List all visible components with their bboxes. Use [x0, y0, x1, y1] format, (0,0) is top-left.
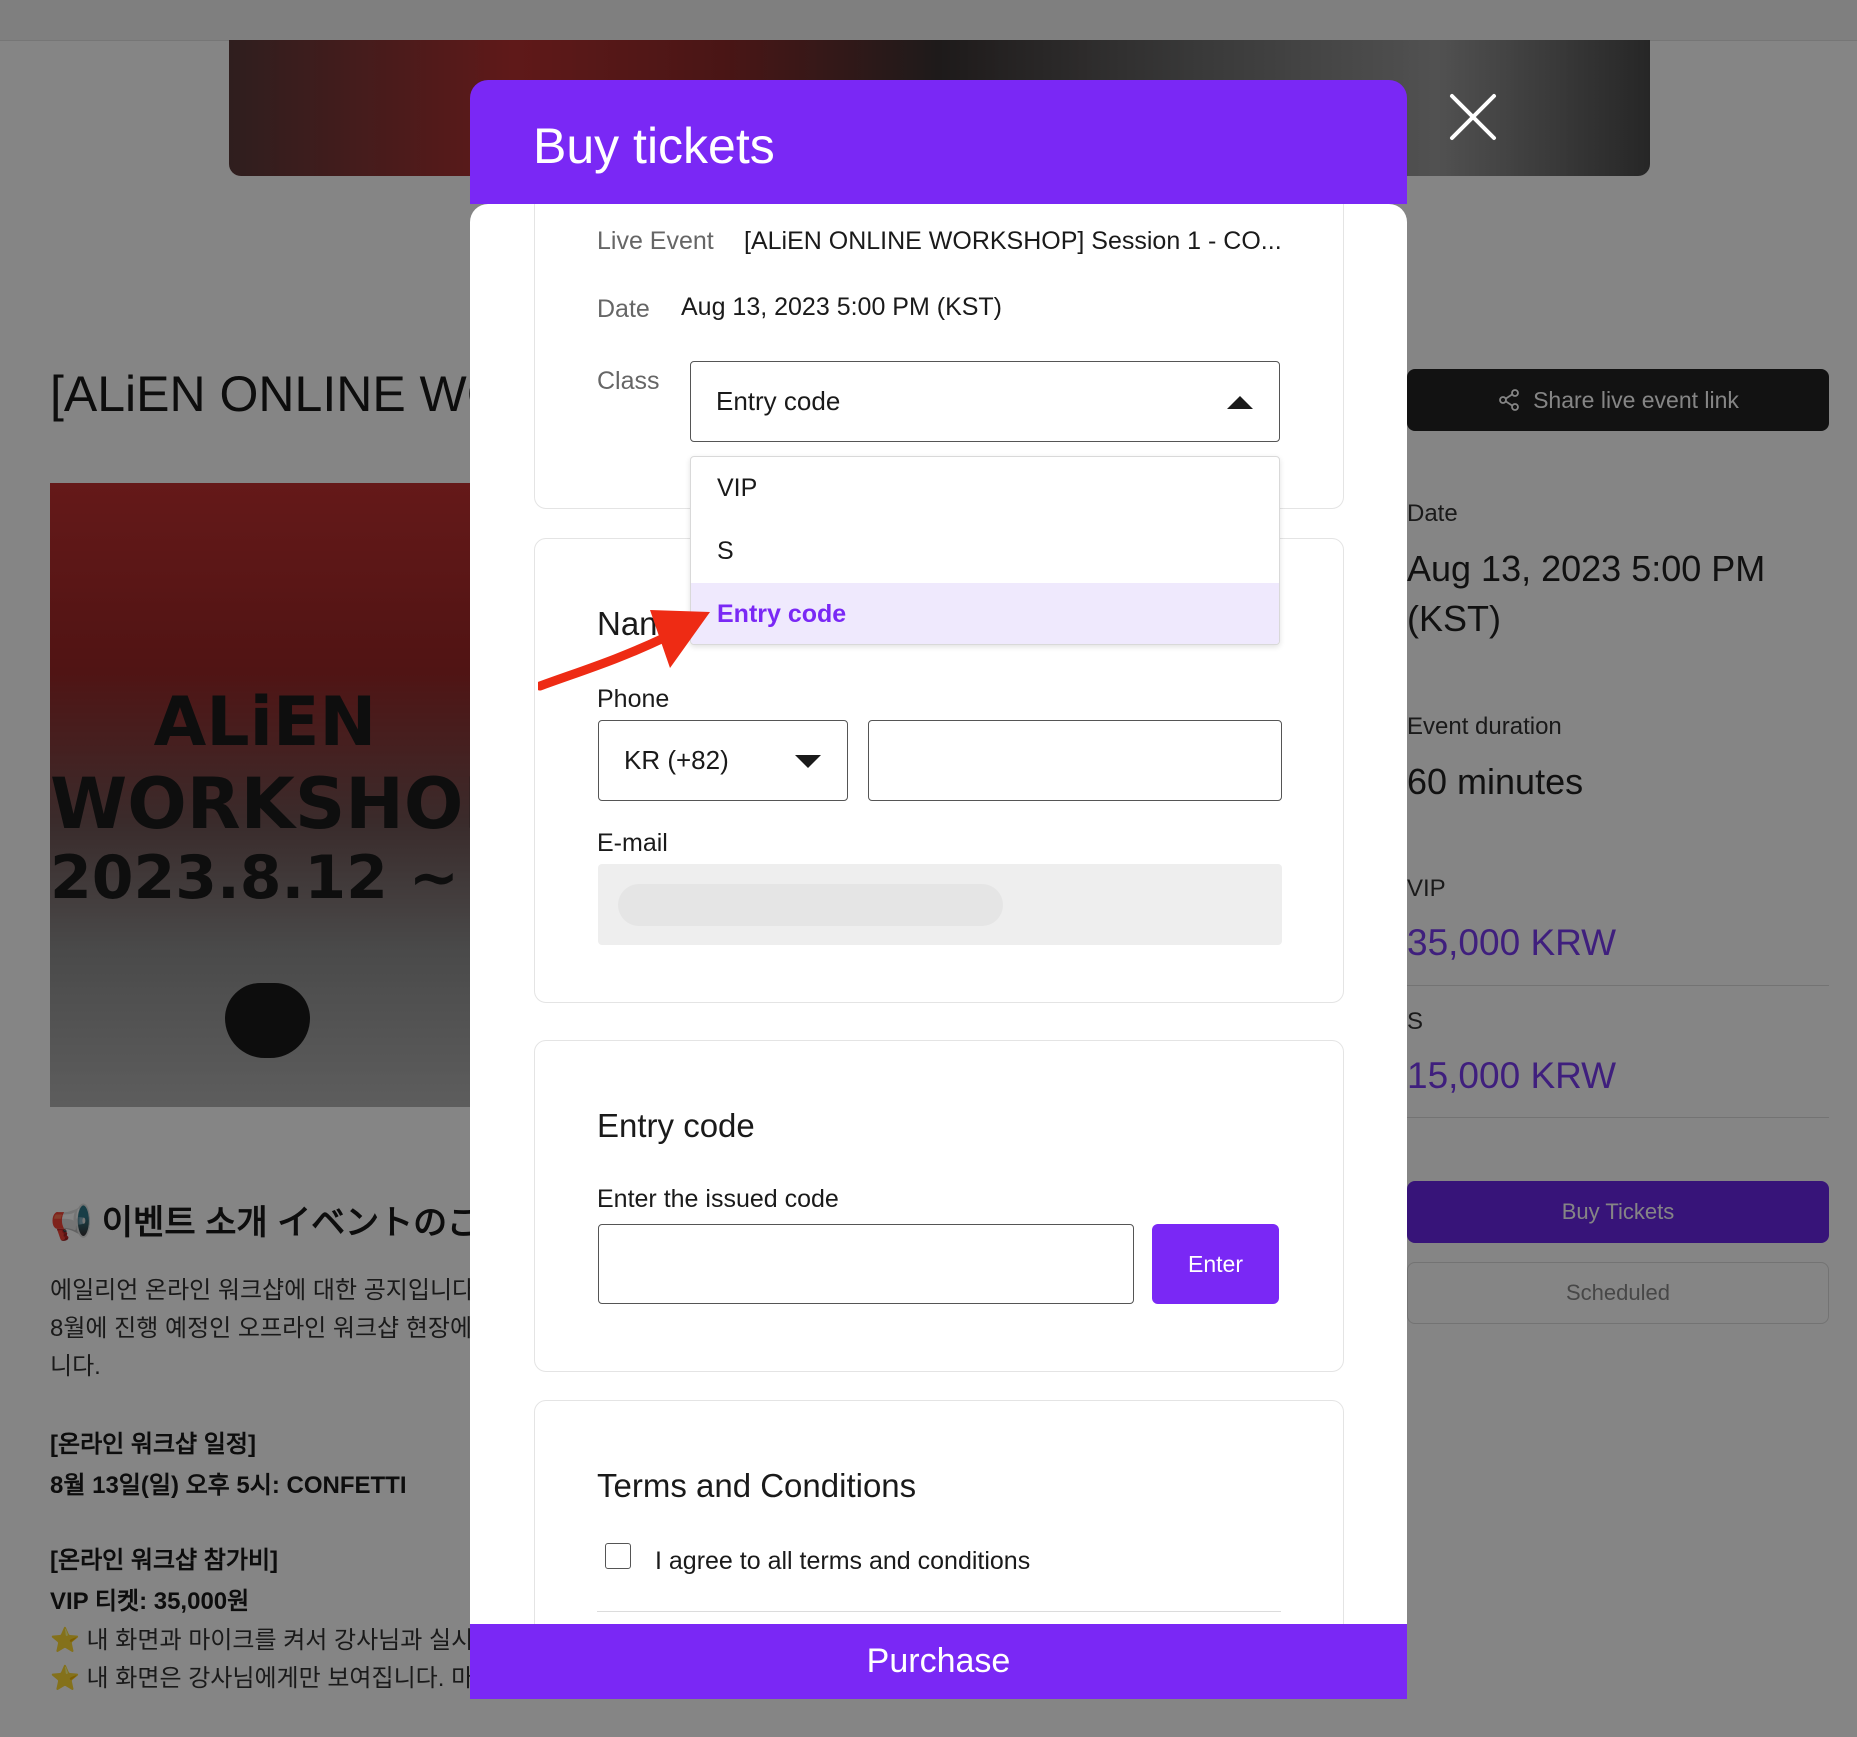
class-option-entry-code[interactable]: Entry code	[691, 583, 1279, 644]
date-label: Date	[597, 295, 650, 323]
close-icon[interactable]	[1448, 92, 1498, 142]
email-field[interactable]	[598, 864, 1282, 945]
entry-code-card: Entry code Enter the issued code	[534, 1040, 1344, 1372]
chevron-up-icon	[1227, 396, 1253, 409]
class-selected-value: Entry code	[716, 386, 841, 416]
class-dropdown-menu: VIP S Entry code	[690, 456, 1280, 645]
phone-country-value: KR (+82)	[624, 745, 729, 775]
phone-country-select[interactable]: KR (+82)	[598, 720, 848, 801]
purchase-button[interactable]: Purchase	[470, 1624, 1407, 1699]
live-event-label: Live Event	[597, 227, 714, 255]
phone-number-input[interactable]	[868, 720, 1282, 801]
class-select[interactable]: Entry code	[690, 361, 1280, 442]
live-event-value: [ALiEN ONLINE WORKSHOP] Session 1 - CO..…	[744, 227, 1282, 255]
terms-title: Terms and Conditions	[597, 1467, 917, 1504]
terms-checkbox[interactable]	[605, 1543, 631, 1569]
entry-code-title: Entry code	[597, 1107, 755, 1144]
entry-code-input[interactable]	[598, 1224, 1134, 1304]
terms-card: Terms and Conditions I agree to all term…	[534, 1400, 1344, 1624]
enter-button[interactable]: Enter	[1152, 1224, 1279, 1304]
email-redacted	[618, 884, 1003, 926]
modal-title: Buy tickets	[533, 118, 775, 174]
terms-agree-label[interactable]: I agree to all terms and conditions	[655, 1547, 1030, 1576]
class-option-vip[interactable]: VIP	[691, 457, 1279, 519]
annotation-arrow-icon	[538, 610, 710, 691]
class-label: Class	[597, 367, 660, 395]
chevron-down-icon	[795, 755, 821, 768]
class-option-s[interactable]: S	[691, 520, 1279, 582]
divider	[597, 1611, 1281, 1612]
email-label: E-mail	[597, 829, 668, 857]
date-value: Aug 13, 2023 5:00 PM (KST)	[681, 293, 1003, 321]
entry-code-instruction: Enter the issued code	[597, 1185, 839, 1213]
